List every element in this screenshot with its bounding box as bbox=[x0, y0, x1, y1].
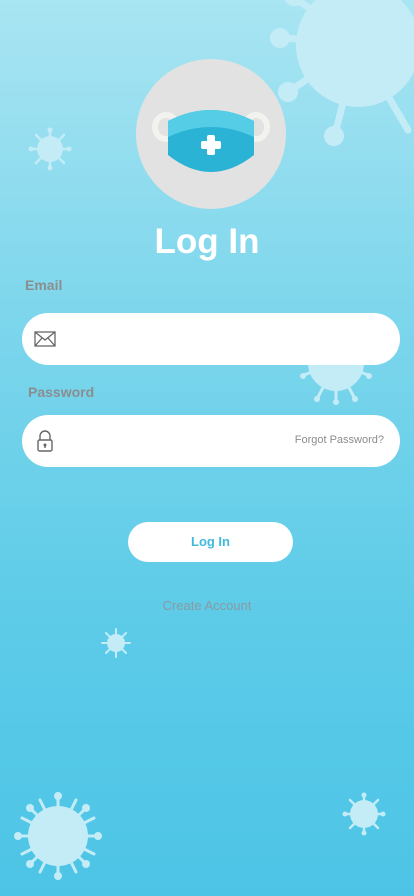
virus-icon bbox=[342, 792, 386, 836]
email-label: Email bbox=[25, 277, 63, 293]
virus-icon bbox=[101, 628, 131, 658]
login-button[interactable]: Log In bbox=[128, 522, 293, 562]
password-input[interactable] bbox=[72, 423, 292, 459]
virus-icon bbox=[14, 792, 102, 880]
face-mask-icon bbox=[152, 110, 270, 172]
email-input[interactable] bbox=[72, 321, 292, 357]
logo bbox=[136, 59, 286, 209]
envelope-icon bbox=[34, 327, 56, 356]
email-field[interactable] bbox=[22, 313, 400, 365]
forgot-password-link[interactable]: Forgot Password? bbox=[295, 434, 384, 446]
create-account-link[interactable]: Create Account bbox=[0, 598, 414, 613]
password-label: Password bbox=[28, 384, 95, 400]
password-field[interactable]: Forgot Password? bbox=[22, 415, 400, 467]
virus-icon bbox=[28, 127, 72, 171]
page-title: Log In bbox=[154, 222, 260, 261]
padlock-icon bbox=[34, 429, 56, 458]
